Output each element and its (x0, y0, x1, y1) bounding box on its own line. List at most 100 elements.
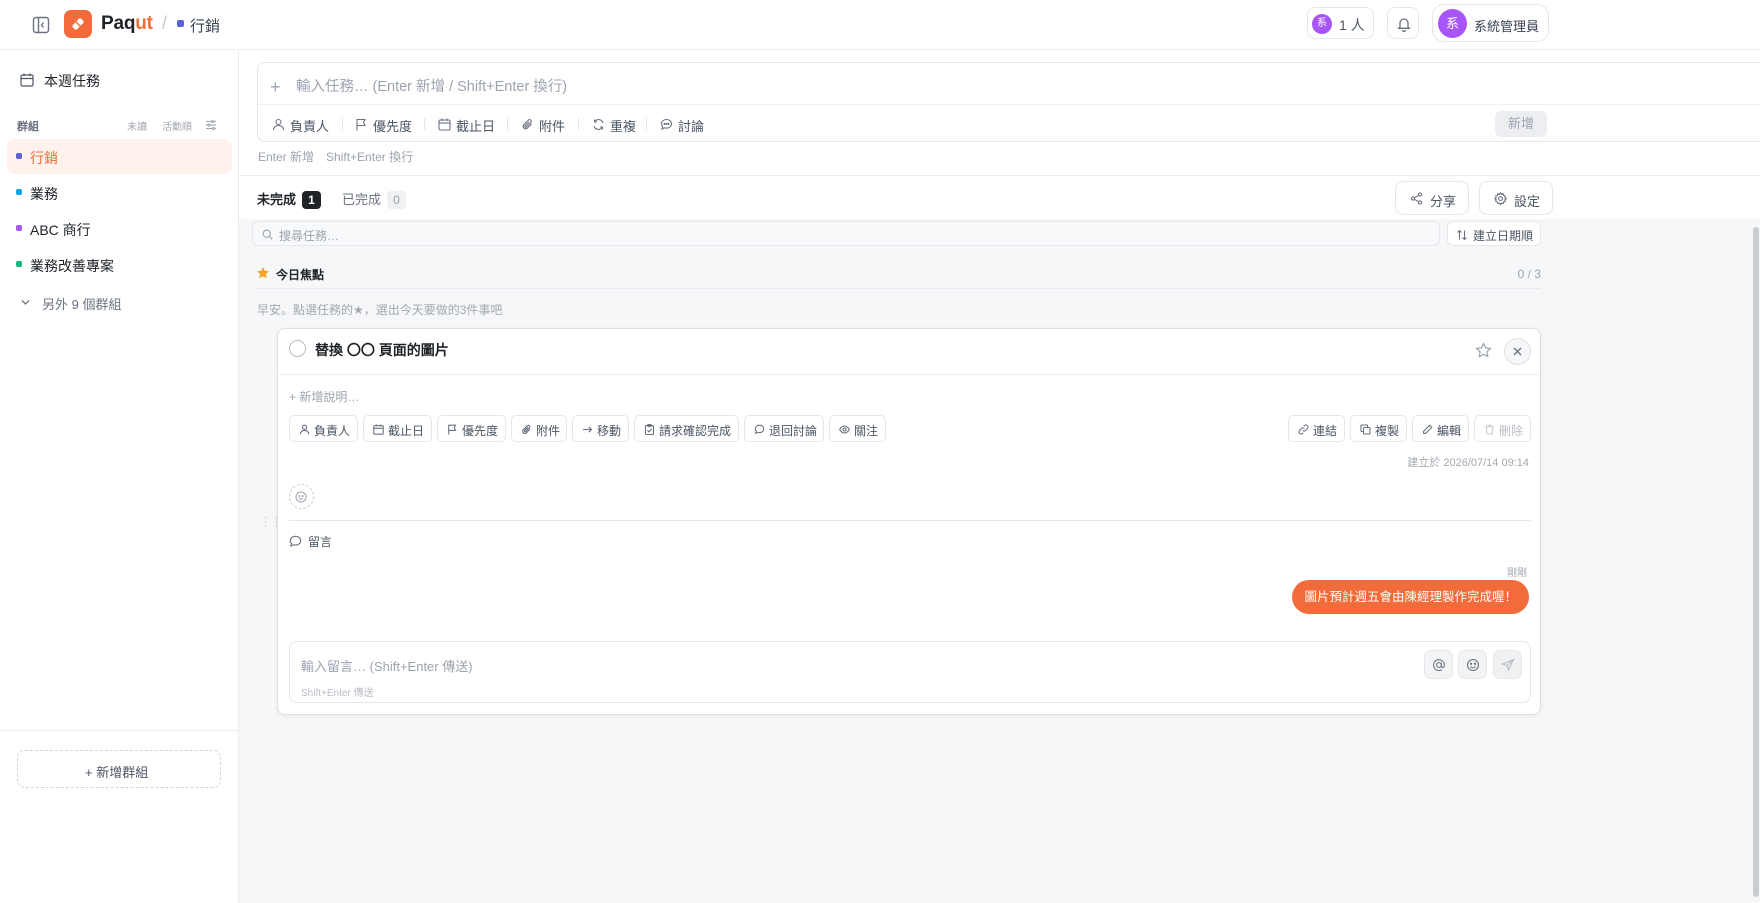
comment-bubble: 圖片預計週五會由陳經理製作完成喔！ (1292, 580, 1529, 614)
add-task-button[interactable]: 新增 (1495, 111, 1547, 137)
duplicate-button[interactable]: 複製 (1350, 415, 1407, 442)
comment-time: 剛剛 (1507, 568, 1527, 579)
members-button[interactable]: 系 1 人 (1307, 7, 1374, 39)
emoji-button[interactable] (1458, 650, 1487, 679)
sidebar-toggle-icon[interactable] (32, 16, 52, 36)
task-due-date-button[interactable]: 截止日 (363, 415, 432, 442)
sidebar-group-marketing[interactable]: 行銷 (7, 139, 232, 174)
copy-link-button[interactable]: 連結 (1288, 415, 1345, 442)
calendar-icon (438, 118, 451, 131)
complete-count-badge: 0 (387, 191, 407, 209)
person-icon (299, 424, 310, 435)
notifications-button[interactable] (1387, 7, 1419, 39)
tab-complete[interactable]: 已完成 0 (342, 189, 407, 209)
task-card: 替換 〇〇 頁面的圖片 + 新增說明… 負責人 截止日 優先度 附件 移動 請求… (277, 328, 1541, 715)
search-icon (262, 229, 273, 240)
edit-button[interactable]: 編輯 (1412, 415, 1469, 442)
composer-hint: Enter 新增 Shift+Enter 換行 (258, 148, 413, 165)
plus-icon: + (270, 77, 281, 97)
pencil-icon (1423, 424, 1433, 434)
arrow-right-icon (583, 426, 593, 433)
member-count: 1 人 (1339, 17, 1365, 33)
comment-composer: 輸入留言… (Shift+Enter 傳送) Shift+Enter 傳送 (289, 641, 1531, 703)
logo (64, 10, 92, 38)
main-content: + 輸入任務… (Enter 新增 / Shift+Enter 換行) 負責人 … (239, 50, 1760, 903)
scrollbar-thumb[interactable] (1753, 227, 1759, 897)
group-color-dot (16, 189, 22, 195)
task-input[interactable]: 輸入任務… (Enter 新增 / Shift+Enter 換行) (296, 75, 567, 96)
group-label: 業務改善專案 (30, 258, 114, 274)
task-search-input[interactable]: 搜尋任務… (252, 221, 1440, 246)
task-attachment-button[interactable]: 附件 (511, 415, 567, 442)
task-title[interactable]: 替換 〇〇 頁面的圖片 (315, 340, 449, 360)
share-button[interactable]: 分享 (1395, 181, 1469, 215)
created-timestamp: 建立於 2026/07/14 09:14 (1407, 457, 1529, 469)
sort-by-created-button[interactable]: 建立日期順 (1447, 221, 1541, 246)
today-focus-count: 0 / 3 (1517, 267, 1541, 281)
sort-unread-button[interactable]: 未讀 (127, 118, 147, 133)
return-discussion-button[interactable]: 退回討論 (744, 415, 824, 442)
hint-enter: Enter 新增 (258, 150, 315, 164)
task-card-header: 替換 〇〇 頁面的圖片 (278, 329, 1540, 375)
add-description-button[interactable]: + 新增說明… (289, 388, 359, 405)
close-task-button[interactable] (1504, 338, 1531, 365)
link-icon (1298, 424, 1309, 435)
smile-icon (1466, 658, 1480, 672)
group-label: ABC 商行 (30, 222, 91, 238)
task-move-button[interactable]: 移動 (572, 415, 629, 442)
user-menu-button[interactable]: 系 系統管理員 (1432, 4, 1549, 42)
weekly-tasks-label: 本週任務 (44, 73, 100, 89)
star-filled-icon (257, 267, 269, 279)
sidebar-group-sales[interactable]: 業務 (7, 175, 232, 210)
option-separator (424, 118, 425, 130)
complete-checkbox[interactable] (289, 340, 306, 357)
sidebar-group-abc[interactable]: ABC 商行 (7, 211, 232, 246)
comments-label: 留言 (308, 535, 333, 549)
mention-button[interactable] (1424, 650, 1453, 679)
settings-button[interactable]: 設定 (1479, 181, 1553, 215)
request-confirm-button[interactable]: 請求確認完成 (634, 415, 739, 442)
group-label: 行銷 (30, 150, 58, 166)
flag-icon (356, 118, 366, 131)
send-comment-button[interactable] (1493, 650, 1522, 679)
chat-icon (754, 424, 765, 435)
group-color-dot (16, 153, 22, 159)
filter-icon[interactable] (205, 119, 217, 131)
user-name: 系統管理員 (1474, 19, 1540, 34)
tabs-bar: 未完成 1 已完成 0 分享 設定 (239, 175, 1760, 219)
delete-button[interactable]: 刪除 (1474, 415, 1531, 442)
breadcrumb-group-color (177, 20, 184, 27)
task-composer: + 輸入任務… (Enter 新增 / Shift+Enter 換行) 負責人 … (257, 62, 1760, 142)
task-priority-button[interactable]: 優先度 (437, 415, 506, 442)
share-icon (1410, 192, 1423, 205)
emoji-add-icon (295, 491, 307, 503)
group-label: 業務 (30, 186, 58, 202)
clipboard-check-icon (644, 424, 655, 435)
send-icon (1501, 658, 1515, 672)
option-separator (646, 118, 647, 130)
option-separator (342, 118, 343, 130)
groups-header: 群組 未讀 活動順 (17, 118, 222, 134)
add-group-button[interactable]: + 新增群組 (17, 750, 221, 788)
sidebar-divider (0, 730, 238, 731)
star-icon[interactable] (1475, 342, 1492, 359)
breadcrumb-group[interactable]: 行銷 (190, 15, 220, 36)
bell-icon (1397, 18, 1411, 32)
chat-icon (660, 118, 673, 131)
sidebar: 本週任務 群組 未讀 活動順 行銷 業務 ABC 商行 業務改善專案 另外 9 … (0, 50, 239, 903)
task-list-area: 搜尋任務… 建立日期順 今日焦點 0 / 3 早安。點選任務的★，選出今天要做的… (239, 219, 1760, 903)
sidebar-group-improvement[interactable]: 業務改善專案 (7, 247, 232, 282)
brand-name[interactable]: Paqut (101, 13, 153, 35)
sort-activity-button[interactable]: 活動順 (162, 118, 192, 133)
groups-title: 群組 (17, 121, 39, 133)
group-color-dot (16, 225, 22, 231)
scrollbar[interactable] (1752, 219, 1760, 903)
watch-button[interactable]: 關注 (829, 415, 886, 442)
tab-incomplete[interactable]: 未完成 1 (257, 189, 322, 209)
comment-input[interactable]: 輸入留言… (Shift+Enter 傳送) (301, 656, 473, 675)
task-assignee-button[interactable]: 負責人 (289, 415, 358, 442)
gear-icon (1494, 192, 1507, 205)
chevron-down-icon (21, 300, 30, 305)
add-reaction-button[interactable] (289, 484, 314, 509)
option-separator (507, 118, 508, 130)
